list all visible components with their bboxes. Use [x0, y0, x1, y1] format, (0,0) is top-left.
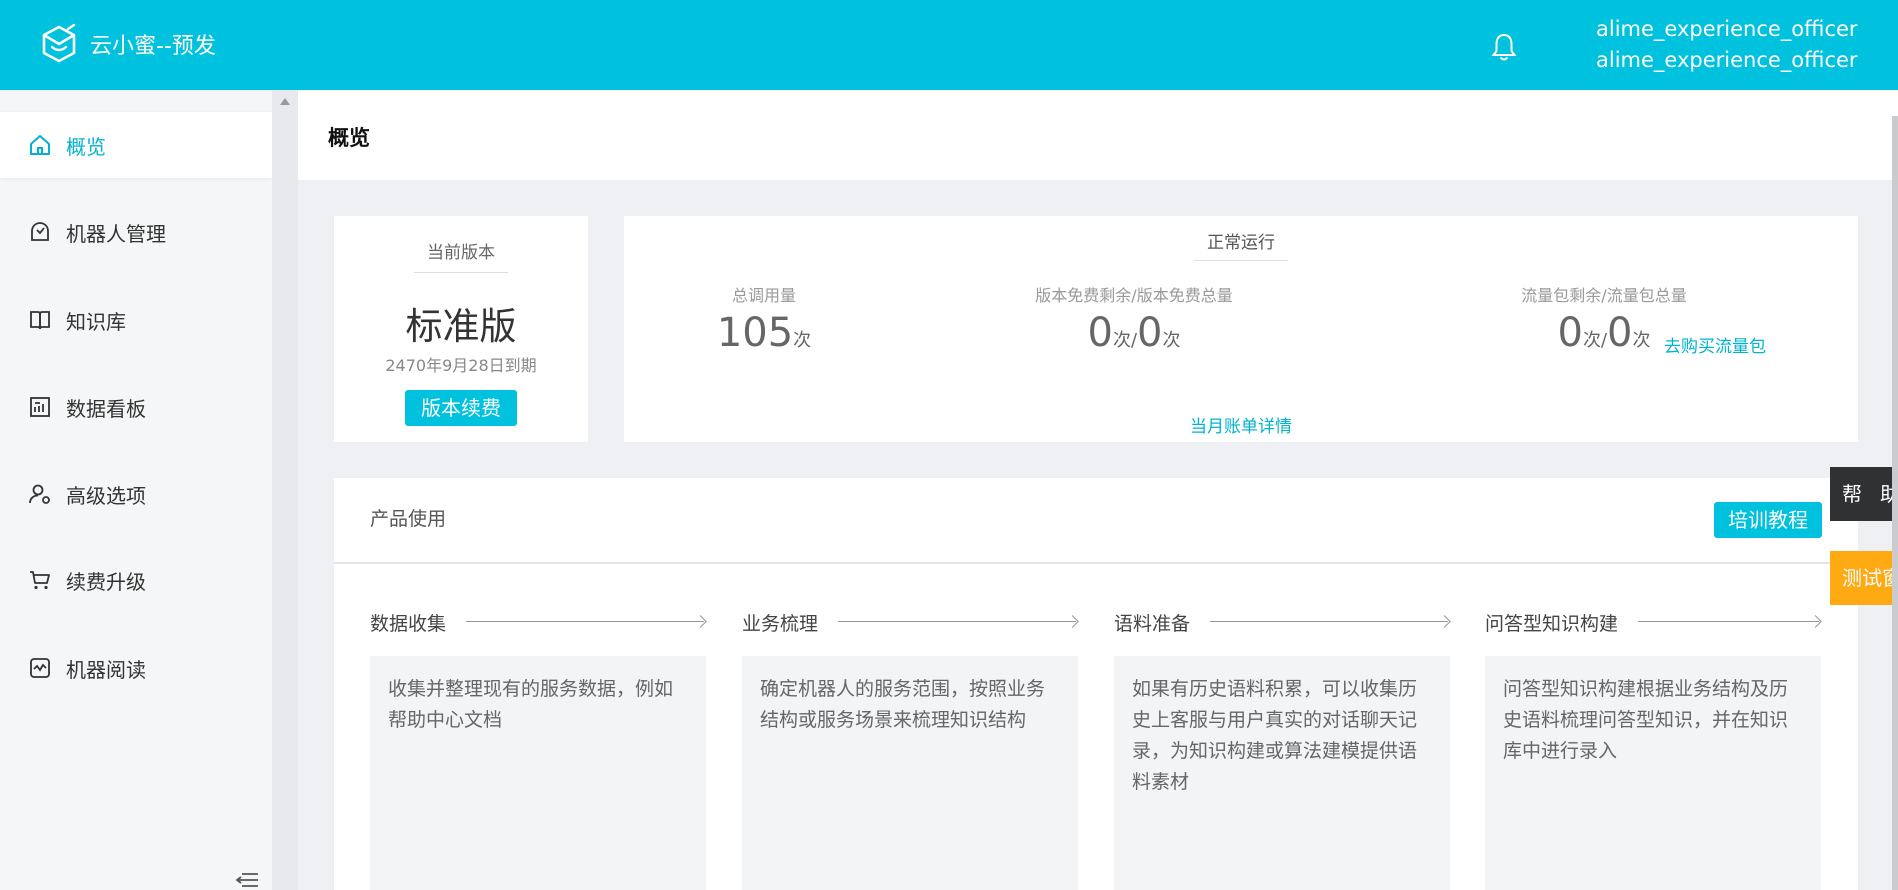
buy-traffic-package-link[interactable]: 去购买流量包	[1664, 332, 1766, 357]
bell-icon[interactable]	[1490, 32, 1518, 62]
sidebar-item-label: 机器人管理	[66, 221, 166, 246]
usage-card: 正常运行 总调用量 105次 版本免费剩余/版本免费总量 0次/0次 流量包剩余…	[624, 216, 1858, 442]
step-description: 问答型知识构建根据业务结构及历史语料梳理问答型知识，并在知识库中进行录入	[1485, 656, 1821, 890]
cart-icon	[28, 568, 52, 592]
status-badge: 正常运行	[1207, 233, 1275, 253]
renew-version-button[interactable]: 版本续费	[405, 390, 517, 426]
total-calls-metric: 总调用量 105次	[704, 282, 824, 356]
step-title: 问答型知识构建	[1485, 612, 1619, 635]
arrow-right-icon	[838, 616, 1078, 628]
collapse-sidebar-icon[interactable]	[234, 870, 260, 890]
top-header: 云小蜜--预发 alime_experience_officer alime_e…	[0, 0, 1898, 90]
tutorial-button[interactable]: 培训教程	[1714, 502, 1822, 538]
sidebar-item-robot-management[interactable]: 机器人管理	[0, 199, 272, 265]
app-title: 云小蜜--预发	[90, 34, 216, 59]
reading-icon	[28, 656, 52, 680]
sidebar-item-advanced-options[interactable]: 高级选项	[0, 461, 272, 527]
sidebar-item-label: 数据看板	[66, 396, 146, 421]
section-title: 产品使用	[370, 508, 447, 530]
page-title: 概览	[328, 126, 370, 150]
sidebar-item-machine-reading[interactable]: 机器阅读	[0, 635, 272, 701]
sidebar-item-renew-upgrade[interactable]: 续费升级	[0, 547, 272, 613]
dashboard-icon	[28, 395, 52, 419]
user-name-primary: alime_experience_officer	[1596, 17, 1858, 41]
sidebar-item-knowledge-base[interactable]: 知识库	[0, 287, 272, 353]
sidebar-item-data-board[interactable]: 数据看板	[0, 374, 272, 440]
metric-label: 流量包剩余/流量包总量	[1521, 286, 1687, 305]
book-icon	[28, 308, 52, 332]
arrow-right-icon	[466, 616, 706, 628]
user-account[interactable]: alime_experience_officer alime_experienc…	[1596, 14, 1858, 76]
test-window-float-button[interactable]: 测试窗	[1830, 551, 1898, 605]
step-title: 数据收集	[370, 612, 447, 635]
brand[interactable]: 云小蜜--预发	[38, 22, 216, 66]
free-quota-metric: 版本免费剩余/版本免费总量 0次/0次	[1014, 282, 1254, 356]
sidebar-scrollbar[interactable]	[272, 90, 298, 890]
sidebar: 概览 机器人管理 知识库 数据看板 高级选项 续费升级 机器阅读	[0, 90, 272, 890]
step-title: 业务梳理	[742, 612, 819, 635]
step-corpus-preparation: 语料准备 如果有历史语料积累，可以收集历史上客服与用户真实的对话聊天记录，为知识…	[1114, 608, 1450, 890]
step-description: 确定机器人的服务范围，按照业务结构或服务场景来梳理知识结构	[742, 656, 1078, 890]
metric-value: 105次	[716, 310, 812, 356]
help-float-button[interactable]: 帮助	[1830, 467, 1898, 521]
sidebar-item-label: 概览	[66, 134, 106, 159]
sidebar-item-label: 知识库	[66, 309, 126, 334]
scroll-up-arrow-icon[interactable]	[280, 98, 290, 105]
version-expire-date: 2470年9月28日到期	[385, 356, 537, 375]
version-card: 当前版本 标准版 2470年9月28日到期 版本续费	[334, 216, 588, 442]
user-settings-icon	[28, 482, 52, 506]
divider	[1194, 260, 1288, 261]
version-name: 标准版	[405, 305, 517, 348]
step-description: 收集并整理现有的服务数据，例如帮助中心文档	[370, 656, 706, 890]
sidebar-item-label: 机器阅读	[66, 657, 146, 682]
step-description: 如果有历史语料积累，可以收集历史上客服与用户真实的对话聊天记录，为知识构建或算法…	[1114, 656, 1450, 890]
arrow-right-icon	[1210, 616, 1450, 628]
sidebar-item-overview[interactable]: 概览	[0, 112, 272, 178]
logo-icon	[42, 23, 76, 63]
home-icon	[28, 133, 52, 157]
robot-icon	[28, 220, 52, 244]
step-title: 语料准备	[1114, 612, 1191, 635]
page-header: 概览	[298, 90, 1898, 180]
step-qa-knowledge-build: 问答型知识构建 问答型知识构建根据业务结构及历史语料梳理问答型知识，并在知识库中…	[1485, 608, 1821, 890]
version-label: 当前版本	[427, 243, 495, 263]
user-name-secondary: alime_experience_officer	[1596, 48, 1858, 72]
product-usage-card: 产品使用 培训教程 数据收集 收集并整理现有的服务数据，例如帮助中心文档 业务梳…	[334, 478, 1858, 890]
divider	[334, 562, 1858, 564]
sidebar-item-label: 高级选项	[66, 483, 146, 508]
step-data-collection: 数据收集 收集并整理现有的服务数据，例如帮助中心文档	[370, 608, 706, 890]
step-business-sorting: 业务梳理 确定机器人的服务范围，按照业务结构或服务场景来梳理知识结构	[742, 608, 1078, 890]
sidebar-item-label: 续费升级	[66, 569, 146, 594]
arrow-right-icon	[1638, 616, 1821, 628]
metric-label: 版本免费剩余/版本免费总量	[1035, 286, 1233, 305]
metric-value: 0次/0次	[1087, 310, 1181, 356]
monthly-bill-link[interactable]: 当月账单详情	[1184, 412, 1298, 437]
metric-label: 总调用量	[731, 286, 796, 305]
divider	[414, 272, 508, 273]
main-scrollbar[interactable]	[1892, 116, 1898, 890]
